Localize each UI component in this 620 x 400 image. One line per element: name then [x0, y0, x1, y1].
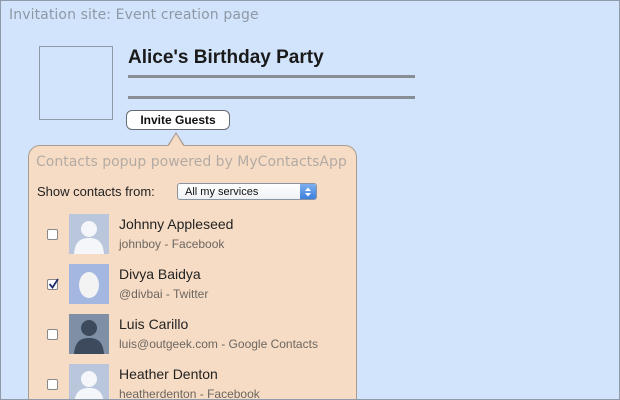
invite-guests-button[interactable]: Invite Guests: [126, 110, 230, 130]
contact-checkbox[interactable]: [47, 229, 58, 240]
contact-name: Luis Carillo: [119, 316, 189, 332]
popup-header: Contacts popup powered by MyContactsApp: [36, 154, 347, 170]
page-caption: Invitation site: Event creation page: [9, 7, 259, 23]
contact-checkbox[interactable]: [47, 329, 58, 340]
contact-row[interactable]: Divya Baidya @divbai - Twitter: [29, 263, 356, 307]
event-image-placeholder[interactable]: [39, 46, 113, 120]
event-creation-page: Invitation site: Event creation page Ali…: [0, 0, 620, 400]
silhouette-placeholder-icon: [69, 214, 109, 254]
contact-name: Heather Denton: [119, 366, 218, 382]
contact-row[interactable]: Heather Denton heatherdenton - Facebook: [29, 363, 356, 400]
contact-name: Divya Baidya: [119, 266, 201, 282]
contact-row[interactable]: Johnny Appleseed johnboy - Facebook: [29, 213, 356, 257]
contacts-popup: Contacts popup powered by MyContactsApp …: [28, 145, 357, 400]
silhouette-placeholder-icon: [69, 364, 109, 399]
contact-source: @divbai - Twitter: [119, 287, 209, 301]
details-underline: [128, 96, 415, 99]
popup-pointer: [168, 134, 184, 147]
contact-checkbox[interactable]: [47, 379, 58, 390]
contact-name: Johnny Appleseed: [119, 216, 234, 232]
contact-checkbox-checked[interactable]: [47, 278, 59, 290]
contact-source: johnboy - Facebook: [119, 237, 225, 251]
egg-avatar-icon: [69, 264, 109, 304]
contact-source: luis@outgeek.com - Google Contacts: [119, 337, 318, 351]
contact-row[interactable]: Luis Carillo luis@outgeek.com - Google C…: [29, 313, 356, 357]
service-select-value: All my services: [185, 185, 259, 198]
event-title[interactable]: Alice's Birthday Party: [128, 47, 324, 69]
select-arrows-icon[interactable]: [300, 184, 316, 199]
contact-source: heatherdenton - Facebook: [119, 387, 260, 400]
service-select[interactable]: All my services: [177, 183, 317, 200]
dark-silhouette-icon: [69, 314, 109, 354]
title-underline: [128, 75, 415, 78]
show-contacts-label: Show contacts from:: [37, 184, 155, 199]
